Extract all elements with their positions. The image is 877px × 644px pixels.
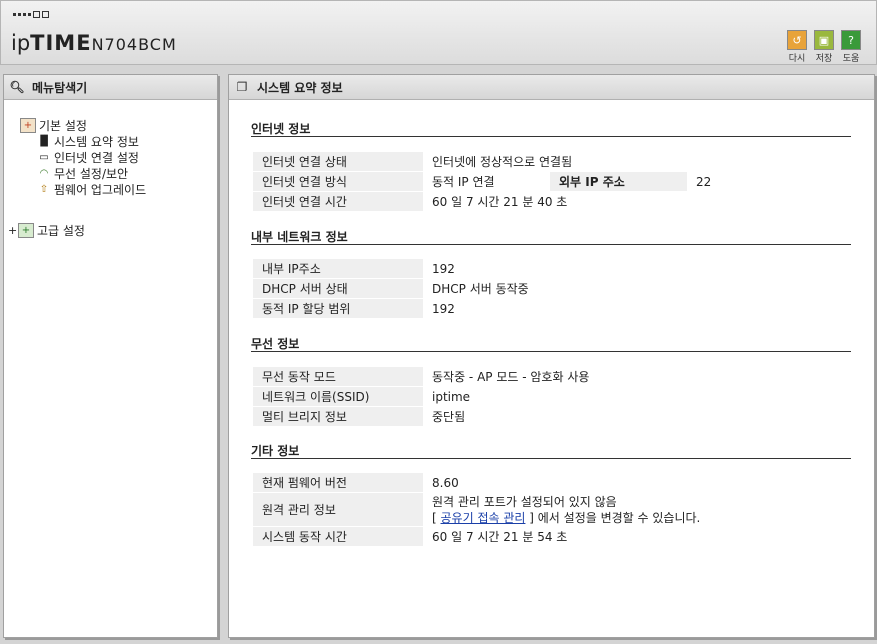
uptime-label: 시스템 동작 시간 [253, 526, 423, 547]
remote-value: 원격 관리 포트가 설정되어 있지 않음 [ 공유기 접속 관리 ] 에서 설정… [423, 492, 853, 527]
section-divider [251, 136, 851, 137]
logo-dots [13, 11, 49, 18]
search-icon: 🔍︎ [9, 80, 25, 94]
etc-info-table: 현재 펌웨어 버전 8.60 원격 관리 정보 원격 관리 포트가 설정되어 있… [253, 473, 853, 547]
refresh-button[interactable]: ↺ 다시 [784, 30, 810, 64]
ssid-label: 네트워크 이름(SSID) [253, 386, 423, 407]
internet-time-label: 인터넷 연결 시간 [253, 191, 423, 212]
page-title: 시스템 요약 정보 [257, 80, 343, 95]
section-title-lan: 내부 네트워크 정보 [251, 230, 348, 244]
internet-method-value: 동적 IP 연결 [423, 171, 550, 192]
sidebar-title-bar: 🔍︎ 메뉴탐색기 [4, 75, 217, 100]
refresh-icon: ↺ [787, 30, 807, 50]
table-row: 현재 펌웨어 버전 8.60 [253, 473, 853, 493]
lan-ip-value: 192 [423, 259, 853, 279]
sidebar-panel: 🔍︎ 메뉴탐색기 + 기본 설정 ▐▌ 시스템 요약 정보 ▭ 인터넷 연결 설… [3, 74, 218, 638]
folder-icon: + [18, 223, 34, 238]
sidebar-item-system-summary[interactable]: ▐▌ 시스템 요약 정보 [36, 133, 139, 150]
wireless-mode-label: 무선 동작 모드 [253, 367, 423, 387]
table-row: 인터넷 연결 방식 동적 IP 연결 외부 IP 주소 22 [253, 171, 853, 192]
section-divider [251, 244, 851, 245]
section-title-etc: 기타 정보 [251, 444, 300, 458]
internet-info-table: 인터넷 연결 상태 인터넷에 정상적으로 연결됨 인터넷 연결 방식 동적 IP… [253, 152, 853, 212]
internet-status-label: 인터넷 연결 상태 [253, 152, 423, 172]
wireless-info-table: 무선 동작 모드 동작중 - AP 모드 - 암호화 사용 네트워크 이름(SS… [253, 367, 853, 427]
firmware-value: 8.60 [423, 473, 853, 493]
lan-info-table: 내부 IP주소 192 DHCP 서버 상태 DHCP 서버 동작중 동적 IP… [253, 259, 853, 319]
wireless-mode-value: 동작중 - AP 모드 - 암호화 사용 [423, 367, 853, 387]
wifi-icon: ◠ [39, 168, 49, 179]
dhcp-status-value: DHCP 서버 동작중 [423, 278, 853, 299]
ssid-value: iptime [423, 386, 853, 407]
dhcp-range-value: 192 [423, 298, 853, 319]
bar-chart-icon: ▐▌ [36, 136, 52, 147]
help-button[interactable]: ? 도움 [838, 30, 864, 64]
folder-icon: + [20, 118, 36, 133]
section-divider [251, 458, 851, 459]
table-row: 인터넷 연결 상태 인터넷에 정상적으로 연결됨 [253, 152, 853, 172]
section-divider [251, 351, 851, 352]
tree-advanced-settings[interactable]: + + 고급 설정 [8, 222, 85, 239]
document-icon: ❐ [236, 80, 248, 94]
model-name: N704BCM [91, 35, 177, 54]
uptime-value: 60 일 7 시간 21 분 54 초 [423, 526, 853, 547]
external-ip-value: 22 [687, 171, 853, 192]
table-row: 내부 IP주소 192 [253, 259, 853, 279]
upgrade-icon: ⇧ [39, 184, 49, 195]
sidebar-item-internet[interactable]: ▭ 인터넷 연결 설정 [37, 149, 139, 166]
dhcp-range-label: 동적 IP 할당 범위 [253, 298, 423, 319]
internet-time-value: 60 일 7 시간 21 분 40 초 [423, 191, 853, 212]
firmware-label: 현재 펌웨어 버전 [253, 473, 423, 493]
internet-status-value: 인터넷에 정상적으로 연결됨 [423, 152, 853, 172]
section-title-wireless: 무선 정보 [251, 337, 300, 351]
table-row: 원격 관리 정보 원격 관리 포트가 설정되어 있지 않음 [ 공유기 접속 관… [253, 492, 853, 527]
bridge-value: 중단됨 [423, 406, 853, 427]
table-row: 무선 동작 모드 동작중 - AP 모드 - 암호화 사용 [253, 367, 853, 387]
main-panel: ❐ 시스템 요약 정보 인터넷 정보 인터넷 연결 상태 인터넷에 정상적으로 … [228, 74, 875, 638]
table-row: 시스템 동작 시간 60 일 7 시간 21 분 54 초 [253, 526, 853, 547]
table-row: 인터넷 연결 시간 60 일 7 시간 21 분 40 초 [253, 191, 853, 212]
help-icon: ? [841, 30, 861, 50]
table-row: 네트워크 이름(SSID) iptime [253, 386, 853, 407]
table-row: 동적 IP 할당 범위 192 [253, 298, 853, 319]
section-title-internet: 인터넷 정보 [251, 122, 311, 136]
tree-basic-settings[interactable]: + 기본 설정 [20, 117, 87, 134]
save-button[interactable]: ▣ 저장 [811, 30, 837, 64]
sidebar-title: 메뉴탐색기 [32, 80, 88, 95]
internet-method-label: 인터넷 연결 방식 [253, 171, 423, 192]
bridge-label: 멀티 브리지 정보 [253, 406, 423, 427]
table-row: 멀티 브리지 정보 중단됨 [253, 406, 853, 427]
router-access-link[interactable]: 공유기 접속 관리 [441, 511, 526, 525]
sidebar-item-wireless[interactable]: ◠ 무선 설정/보안 [37, 165, 128, 182]
table-row: DHCP 서버 상태 DHCP 서버 동작중 [253, 278, 853, 299]
remote-label: 원격 관리 정보 [253, 492, 423, 527]
iptime-logo: ipTIMEN704BCM [11, 31, 177, 55]
main-title-bar: ❐ 시스템 요약 정보 [229, 75, 874, 100]
expand-icon[interactable]: + [8, 224, 18, 237]
dhcp-status-label: DHCP 서버 상태 [253, 278, 423, 299]
monitor-icon: ▭ [39, 152, 49, 163]
save-icon: ▣ [814, 30, 834, 50]
lan-ip-label: 내부 IP주소 [253, 259, 423, 279]
header-bar: ipTIMEN704BCM ↺ 다시 ▣ 저장 ? 도움 [0, 0, 877, 65]
sidebar-item-firmware[interactable]: ⇧ 펌웨어 업그레이드 [37, 181, 146, 198]
external-ip-label: 외부 IP 주소 [550, 171, 687, 192]
